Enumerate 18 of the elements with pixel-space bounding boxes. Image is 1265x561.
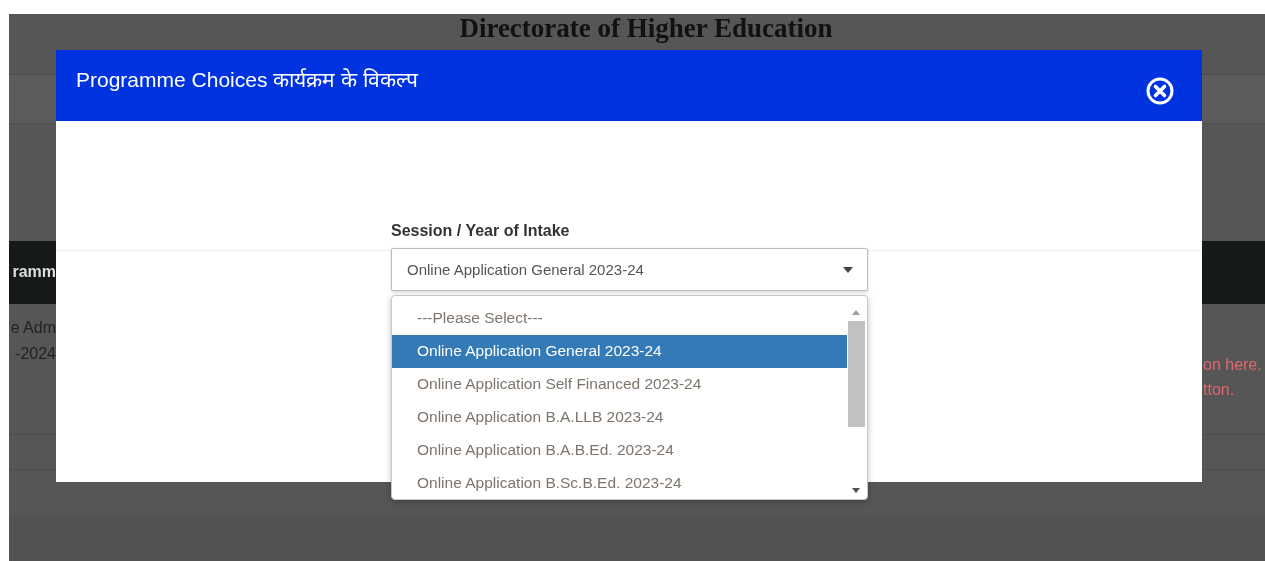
dropdown-option[interactable]: ---Please Select--- (392, 302, 847, 335)
modal-title: Programme Choices कार्यक्रम के विकल्प (76, 66, 418, 93)
scroll-up-icon[interactable] (852, 310, 860, 315)
field-label: Session / Year of Intake (391, 222, 571, 240)
dropdown-option[interactable]: Online Application B.A.B.Ed. 2023-24 (392, 433, 847, 467)
dropdown-option[interactable]: Online Application B.Sc.B.Ed. 2023-24 (392, 466, 847, 499)
close-icon[interactable] (1146, 76, 1174, 105)
notice-text: on here. (1203, 355, 1263, 374)
page-heading: Directorate of Higher Education (459, 14, 833, 42)
dropdown-option[interactable]: Online Application B.A.LLB 2023-24 (392, 400, 847, 434)
caret-icon (843, 266, 853, 273)
scroll-down-icon[interactable] (852, 488, 860, 493)
notice-text: tton. (1203, 380, 1236, 399)
scroll-thumb[interactable] (847, 321, 865, 427)
column-heading: ramm (12, 263, 56, 282)
dropdown-option[interactable]: Online Application Self Financed 2023-24 (392, 367, 847, 401)
session-select[interactable]: Online Application General 2023-24 (391, 248, 868, 291)
dropdown-option[interactable]: Online Application General 2023-24 (392, 334, 847, 368)
